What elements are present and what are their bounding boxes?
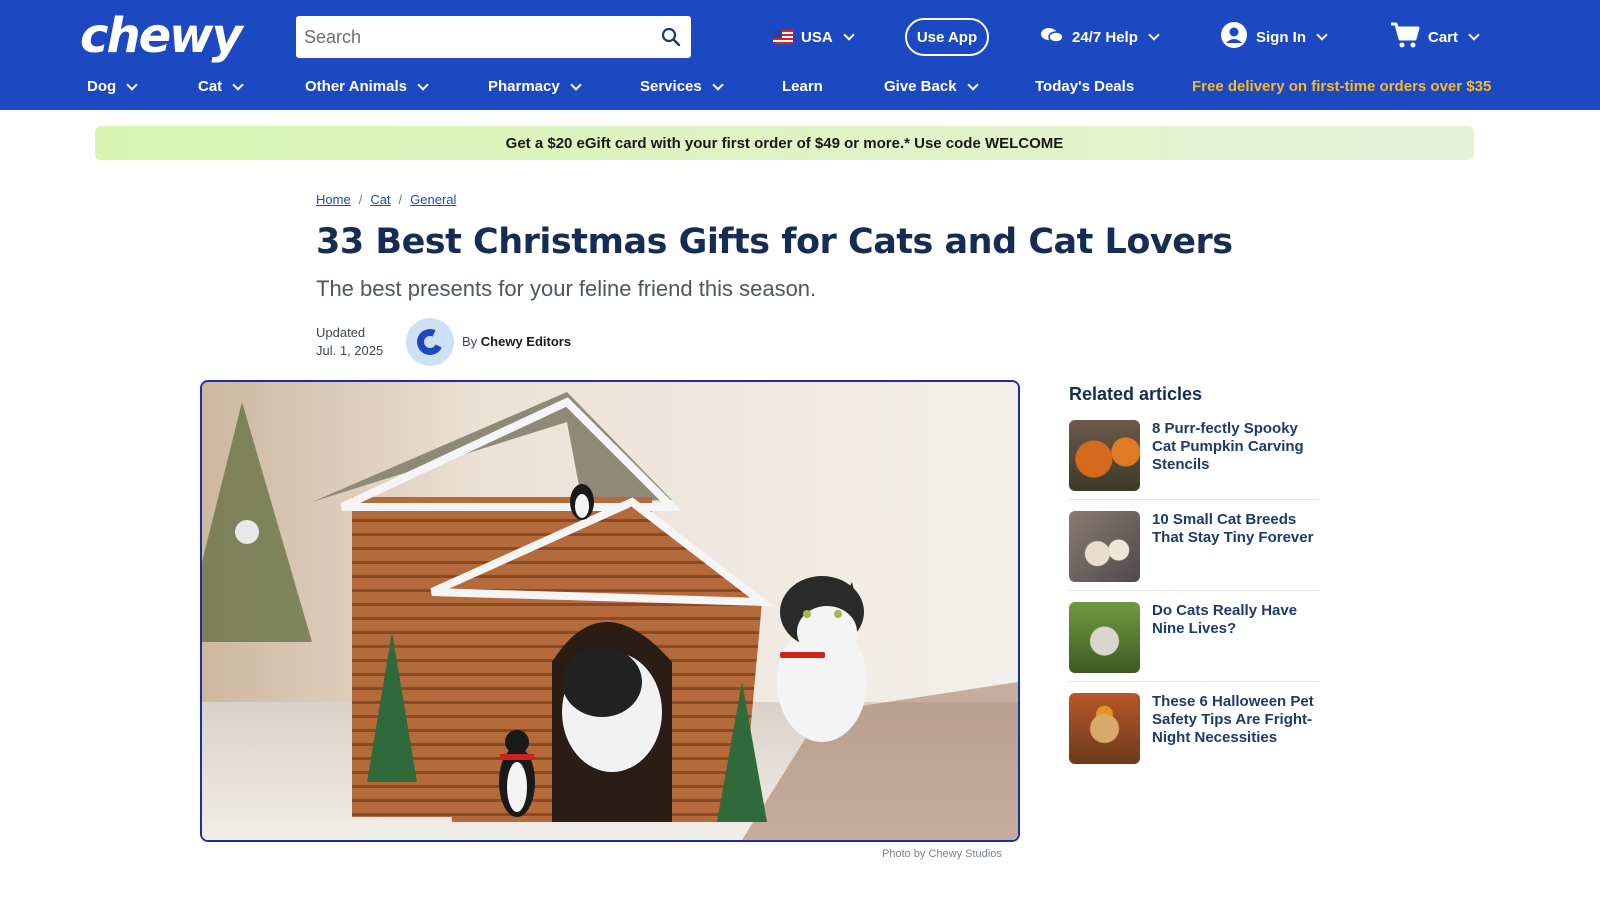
nav-label: Today's Deals: [1035, 78, 1135, 95]
nav-label: Dog: [87, 78, 117, 95]
breadcrumb-home[interactable]: Home: [316, 192, 351, 207]
nav-label: Other Animals: [305, 78, 407, 95]
chevron-down-icon: [1316, 29, 1328, 41]
promo-banner[interactable]: Get a $20 eGift card with your first ord…: [95, 126, 1474, 160]
related-article-item[interactable]: These 6 Halloween Pet Safety Tips Are Fr…: [1069, 693, 1319, 765]
nav-item-cat[interactable]: Cat: [198, 78, 244, 95]
nav-label: Learn: [782, 78, 823, 95]
chevron-down-icon: [126, 78, 138, 91]
sign-in-label: Sign In: [1256, 28, 1306, 46]
divider: [1069, 590, 1319, 591]
breadcrumb-general[interactable]: General: [410, 192, 456, 207]
updated-label: Updated: [316, 325, 366, 340]
breadcrumb: Home / Cat / General: [316, 192, 456, 207]
chevron-down-icon: [570, 78, 582, 91]
page-subtitle: The best presents for your feline friend…: [316, 276, 817, 301]
related-articles-heading: Related articles: [1069, 384, 1203, 404]
chewy-logo[interactable]: chewy: [80, 8, 243, 64]
help-label: 24/7 Help: [1072, 28, 1138, 46]
divider: [1069, 681, 1319, 682]
divider: [1069, 499, 1319, 500]
chevron-down-icon: [843, 29, 855, 41]
author-name[interactable]: Chewy Editors: [481, 334, 571, 349]
nav-item-learn[interactable]: Learn: [782, 78, 823, 95]
country-label: USA: [801, 28, 833, 46]
chevron-down-icon: [1468, 29, 1480, 41]
nav-item-pharmacy[interactable]: Pharmacy: [488, 78, 582, 95]
related-article-item[interactable]: Do Cats Really Have Nine Lives?: [1069, 602, 1319, 674]
nav-item-give-back[interactable]: Give Back: [884, 78, 979, 95]
nav-label: Cat: [198, 78, 223, 95]
related-article-title[interactable]: 10 Small Cat Breeds That Stay Tiny Forev…: [1152, 511, 1319, 583]
search-box[interactable]: [296, 16, 691, 58]
breadcrumb-separator: /: [398, 192, 403, 207]
nav-label: Give Back: [884, 78, 957, 95]
nav-item-other-animals[interactable]: Other Animals: [305, 78, 429, 95]
related-article-title[interactable]: 8 Purr-fectly Spooky Cat Pumpkin Carving…: [1152, 420, 1319, 492]
nav-label: Pharmacy: [488, 78, 560, 95]
chevron-down-icon: [232, 78, 244, 91]
cart-menu[interactable]: Cart: [1390, 18, 1480, 56]
author-byline: By Chewy Editors: [462, 334, 571, 349]
free-delivery-promo[interactable]: Free delivery on first-time orders over …: [1192, 78, 1491, 95]
updated-date: Jul. 1, 2025: [316, 343, 384, 358]
related-article-title[interactable]: Do Cats Really Have Nine Lives?: [1152, 602, 1319, 674]
chevron-down-icon: [712, 78, 724, 91]
updated-info: Updated Jul. 1, 2025: [316, 324, 383, 360]
related-article-item[interactable]: 10 Small Cat Breeds That Stay Tiny Forev…: [1069, 511, 1319, 583]
help-menu[interactable]: 24/7 Help: [1040, 18, 1160, 56]
chevron-down-icon: [966, 78, 979, 91]
use-app-button[interactable]: Use App: [905, 18, 989, 56]
nav-item-dog[interactable]: Dog: [87, 78, 138, 95]
related-article-item[interactable]: 8 Purr-fectly Spooky Cat Pumpkin Carving…: [1069, 420, 1319, 492]
cart-icon: [1390, 21, 1420, 53]
page-title: 33 Best Christmas Gifts for Cats and Cat…: [316, 222, 1233, 262]
nav-label: Services: [640, 78, 702, 95]
site-header: chewy USA Use App 24/7 Help Sign In Cart: [0, 0, 1600, 110]
search-input[interactable]: [296, 16, 651, 58]
sign-in-menu[interactable]: Sign In: [1220, 18, 1328, 56]
chevron-down-icon: [417, 78, 429, 91]
related-article-thumbnail[interactable]: [1069, 511, 1140, 582]
country-selector[interactable]: USA: [773, 18, 855, 56]
related-article-thumbnail[interactable]: [1069, 602, 1140, 673]
account-icon: [1220, 21, 1248, 53]
related-article-thumbnail[interactable]: [1069, 693, 1140, 764]
photo-caption: Photo by Chewy Studios: [882, 848, 1002, 860]
by-label: By: [462, 334, 478, 349]
nav-item-todays-deals[interactable]: Today's Deals: [1035, 78, 1134, 95]
breadcrumb-cat[interactable]: Cat: [370, 192, 390, 207]
main-nav: Dog Cat Other Animals Pharmacy Services …: [0, 72, 1600, 106]
breadcrumb-separator: /: [358, 192, 363, 207]
chat-bubbles-icon: [1040, 26, 1064, 48]
cart-label: Cart: [1428, 28, 1459, 46]
related-article-thumbnail[interactable]: [1069, 420, 1140, 491]
us-flag-icon: [773, 30, 793, 44]
chevron-down-icon: [1148, 29, 1160, 41]
related-article-title[interactable]: These 6 Halloween Pet Safety Tips Are Fr…: [1152, 693, 1319, 765]
hero-image: [200, 380, 1020, 842]
search-icon[interactable]: [651, 16, 691, 58]
author-avatar[interactable]: [406, 318, 454, 366]
nav-item-services[interactable]: Services: [640, 78, 724, 95]
chewy-c-icon: [413, 325, 447, 359]
